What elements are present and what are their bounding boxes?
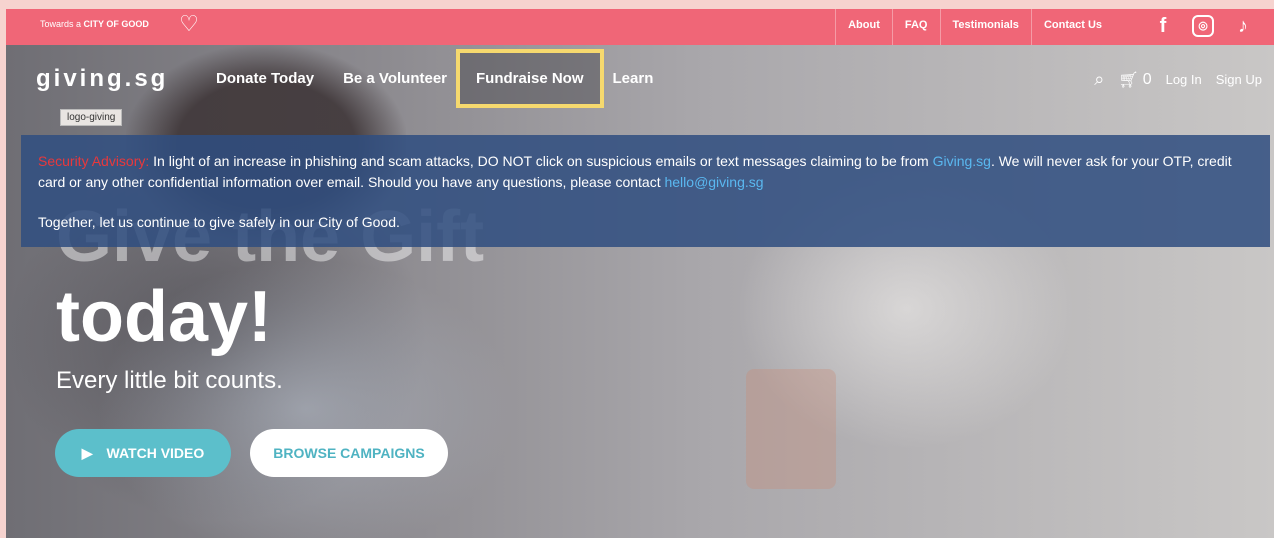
- nav-be-a-volunteer[interactable]: Be a Volunteer: [343, 70, 447, 87]
- watch-video-button[interactable]: ▶ WATCH VIDEO: [55, 429, 231, 477]
- signup-link[interactable]: Sign Up: [1216, 72, 1262, 87]
- nav-right: ⌕ 🛒︎ 0 Log In Sign Up: [1094, 69, 1262, 90]
- advisory-paragraph: Security Advisory: In light of an increa…: [38, 151, 1248, 193]
- facebook-icon[interactable]: f: [1152, 13, 1174, 39]
- top-bar: Towards a CITY OF GOOD ♡ About FAQ Testi…: [6, 9, 1274, 45]
- nav-donate-today[interactable]: Donate Today: [216, 70, 314, 87]
- giving-logo[interactable]: giving.sg: [36, 65, 168, 93]
- advisory-link-email[interactable]: hello@giving.sg: [664, 174, 763, 190]
- heart-icon: ♡: [179, 11, 199, 36]
- top-link-faq[interactable]: FAQ: [891, 9, 940, 45]
- advisory-line-2: Together, let us continue to give safely…: [38, 214, 400, 230]
- security-advisory: Security Advisory: In light of an increa…: [21, 135, 1270, 247]
- nav-fundraise-now[interactable]: Fundraise Now: [476, 70, 584, 87]
- top-link-contact[interactable]: Contact Us: [1030, 9, 1114, 45]
- watch-video-label: WATCH VIDEO: [106, 445, 205, 461]
- hero-title-line2: today!: [56, 277, 272, 357]
- main-nav: giving.sg logo-giving Donate Today Be a …: [6, 53, 1274, 126]
- social-links: f ◎ ♪: [1152, 13, 1254, 39]
- tiktok-icon[interactable]: ♪: [1232, 13, 1254, 39]
- instagram-icon[interactable]: ◎: [1192, 15, 1214, 37]
- page-frame: Towards a CITY OF GOOD ♡ About FAQ Testi…: [6, 9, 1274, 538]
- tagline-prefix: Towards a: [40, 19, 82, 29]
- cart-count: 0: [1142, 70, 1152, 88]
- nav-learn[interactable]: Learn: [613, 70, 654, 87]
- top-links: About FAQ Testimonials Contact Us: [835, 9, 1114, 45]
- advisory-text-1: In light of an increase in phishing and …: [149, 153, 933, 169]
- tagline-bold: CITY OF GOOD: [83, 19, 149, 29]
- cart-icon: 🛒︎: [1118, 71, 1139, 89]
- advisory-label: Security Advisory:: [38, 153, 150, 169]
- login-link[interactable]: Log In: [1166, 72, 1202, 87]
- play-icon: ▶: [81, 444, 93, 461]
- nav-links: Donate Today Be a Volunteer Fundraise No…: [216, 70, 653, 87]
- tagline: Towards a CITY OF GOOD: [40, 19, 149, 29]
- advisory-link-giving[interactable]: Giving.sg: [933, 153, 991, 169]
- top-link-testimonials[interactable]: Testimonials: [939, 9, 1031, 45]
- hero-subtitle: Every little bit counts.: [56, 367, 283, 394]
- hero-background-shape: [746, 369, 836, 489]
- logo-tooltip: logo-giving: [60, 109, 123, 126]
- cart-button[interactable]: 🛒︎ 0: [1118, 70, 1151, 90]
- browse-campaigns-button[interactable]: BROWSE CAMPAIGNS: [250, 429, 448, 477]
- top-link-about[interactable]: About: [835, 9, 892, 45]
- search-icon[interactable]: ⌕: [1094, 69, 1104, 90]
